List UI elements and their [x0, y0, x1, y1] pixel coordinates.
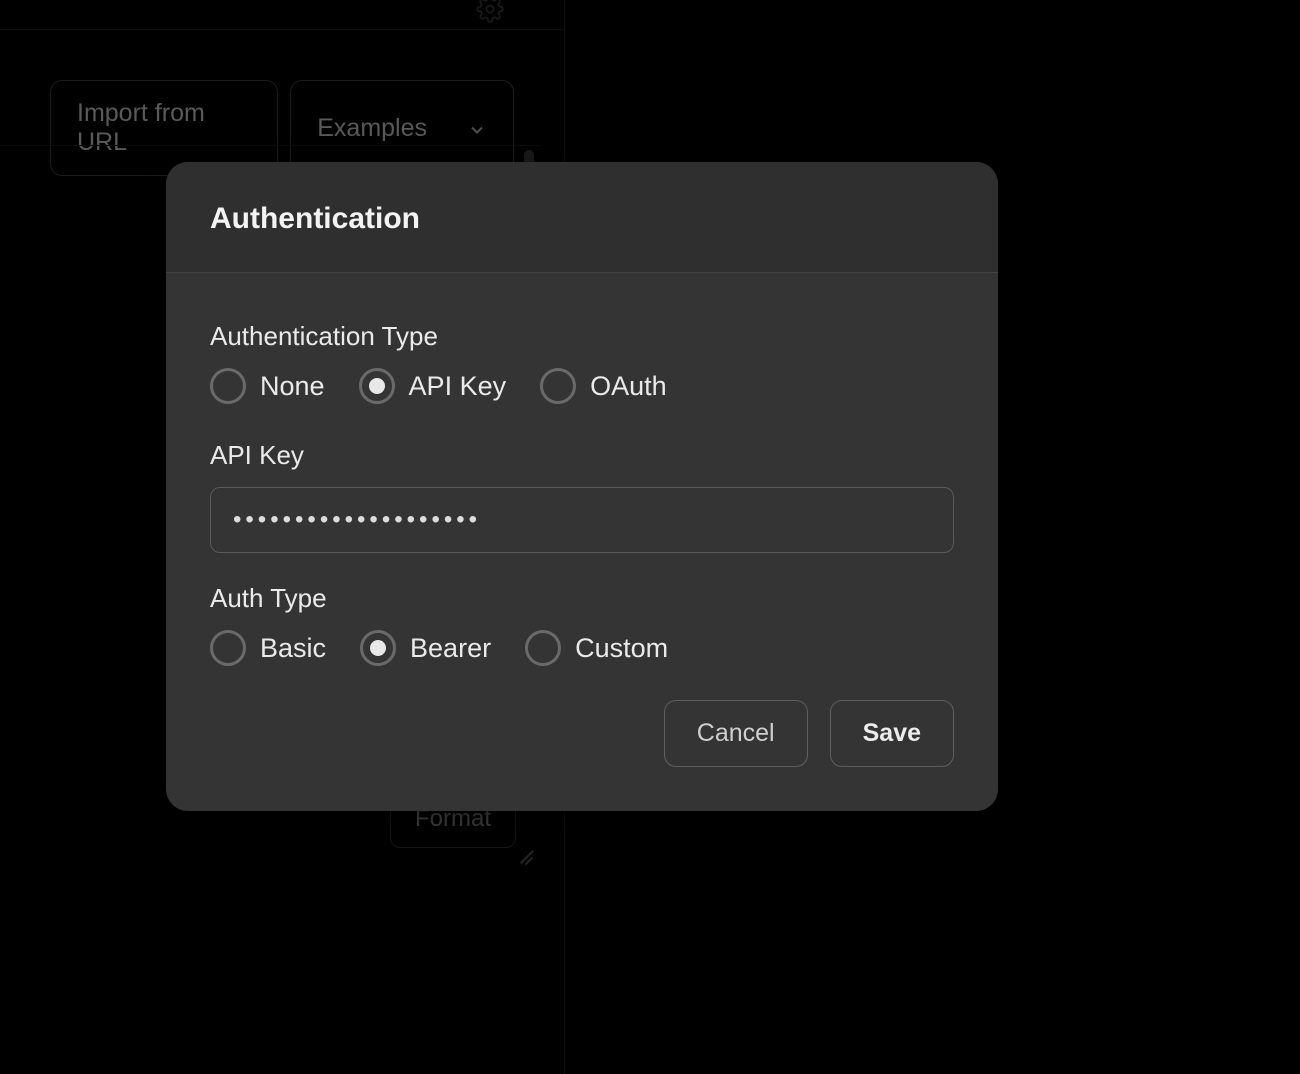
api-key-input[interactable]	[210, 487, 954, 553]
radio-label-none: None	[260, 371, 325, 402]
radio-option-oauth[interactable]: OAuth	[540, 368, 667, 404]
authentication-modal: Authentication Authentication Type None …	[166, 162, 998, 811]
modal-footer: Cancel Save	[210, 700, 954, 767]
radio-option-custom[interactable]: Custom	[525, 630, 668, 666]
modal-title: Authentication	[210, 202, 954, 236]
radio-label-custom: Custom	[575, 633, 668, 664]
radio-option-api-key[interactable]: API Key	[359, 368, 507, 404]
radio-icon	[360, 630, 396, 666]
radio-icon	[525, 630, 561, 666]
radio-label-api-key: API Key	[409, 371, 507, 402]
authentication-type-group: None API Key OAuth	[210, 368, 954, 404]
radio-option-bearer[interactable]: Bearer	[360, 630, 491, 666]
radio-option-none[interactable]: None	[210, 368, 325, 404]
radio-icon	[210, 368, 246, 404]
authentication-type-label: Authentication Type	[210, 321, 954, 352]
cancel-button[interactable]: Cancel	[664, 700, 808, 767]
radio-icon	[210, 630, 246, 666]
auth-method-group: Basic Bearer Custom	[210, 630, 954, 666]
modal-body: Authentication Type None API Key OAuth A…	[166, 273, 998, 811]
radio-icon	[540, 368, 576, 404]
radio-label-bearer: Bearer	[410, 633, 491, 664]
radio-label-oauth: OAuth	[590, 371, 667, 402]
radio-option-basic[interactable]: Basic	[210, 630, 326, 666]
radio-label-basic: Basic	[260, 633, 326, 664]
modal-header: Authentication	[166, 162, 998, 273]
radio-icon	[359, 368, 395, 404]
api-key-label: API Key	[210, 440, 954, 471]
auth-type-label: Auth Type	[210, 583, 954, 614]
save-button[interactable]: Save	[830, 700, 954, 767]
